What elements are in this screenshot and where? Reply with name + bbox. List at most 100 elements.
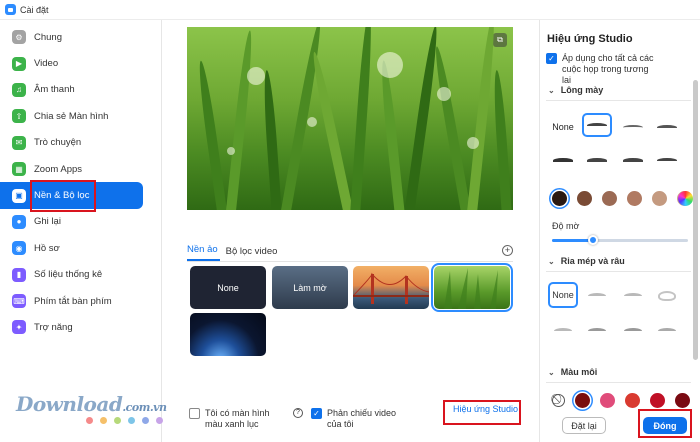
grass-blade (349, 27, 375, 210)
lip-color-section-header[interactable]: ⌄ Màu môi (548, 367, 597, 377)
sidebar-item-label: Chung (34, 31, 62, 43)
eyebrow-style-7[interactable] (652, 148, 682, 172)
eyebrow-style-4[interactable] (548, 148, 578, 172)
opacity-slider-fill (552, 239, 593, 242)
sidebar-item-stats[interactable]: ▮ Số liệu thống kê (0, 262, 161, 288)
mustache-style-1[interactable] (582, 283, 612, 309)
eyebrow-color-swatch[interactable] (652, 191, 667, 206)
sidebar-item-label: Số liệu thống kê (34, 269, 103, 281)
bokeh-light (247, 67, 265, 85)
sidebar-item-label: Âm thanh (34, 84, 75, 96)
apply-all-checkbox[interactable]: ✓ (546, 53, 557, 64)
mustache-style-7[interactable] (652, 318, 682, 344)
eyebrow-color-swatch[interactable] (577, 191, 592, 206)
opacity-label: Độ mờ (552, 221, 580, 231)
mirror-video-option[interactable]: ✓ Phản chiếu video của tôi (311, 408, 411, 430)
bokeh-light (437, 87, 451, 101)
eyebrow-color-swatch[interactable] (627, 191, 642, 206)
studio-effects-title: Hiệu ứng Studio (547, 33, 633, 45)
mustache-style-5[interactable] (582, 318, 612, 344)
mustache-style-3[interactable] (652, 283, 682, 309)
video-camera-icon: ▶ (12, 56, 26, 71)
sidebar-item-accessibility[interactable]: ✦ Trợ năng (0, 314, 161, 340)
background-golden-gate[interactable] (353, 266, 429, 309)
chevron-down-icon: ⌄ (548, 85, 555, 95)
background-icon: ▣ (12, 188, 26, 203)
headphones-icon: ♫ (12, 82, 26, 97)
green-screen-label: Tôi có màn hình màu xanh lục (205, 408, 270, 429)
sidebar-item-label: Zoom Apps (34, 163, 83, 175)
background-blur-label: Làm mờ (293, 282, 327, 293)
bokeh-light (227, 147, 235, 155)
opacity-slider-handle[interactable] (587, 235, 598, 245)
window-title: Cài đặt (20, 4, 49, 15)
help-icon[interactable]: ? (293, 408, 303, 418)
scrollbar[interactable] (693, 80, 698, 360)
eyebrows-section-header[interactable]: ⌄ Lông mày (548, 85, 603, 95)
profile-icon: ◉ (12, 241, 26, 256)
eyebrow-color-swatch[interactable] (552, 191, 567, 206)
eyebrow-style-1[interactable] (582, 113, 612, 137)
rainbow-color-picker[interactable] (678, 191, 693, 206)
lip-color-swatch[interactable] (675, 393, 690, 408)
watermark-dot (114, 417, 121, 424)
sidebar-item-headphones[interactable]: ♫ Âm thanh (0, 77, 161, 103)
opacity-slider[interactable] (552, 235, 688, 245)
sidebar-item-apps[interactable]: ▦ Zoom Apps (0, 156, 161, 182)
eyebrow-color-swatch[interactable] (602, 191, 617, 206)
watermark-text: Download (16, 392, 123, 416)
eyebrow-none[interactable]: None (548, 115, 578, 139)
sidebar-item-share-screen[interactable]: ⇧ Chia sẻ Màn hình (0, 103, 161, 129)
lip-color-swatch[interactable] (650, 393, 665, 408)
sidebar-item-label: Trợ năng (34, 321, 73, 333)
mustache-style-2[interactable] (618, 283, 648, 309)
add-background-icon[interactable]: + (502, 245, 513, 256)
mustache-section-header[interactable]: ⌄ Ria mép và râu (548, 256, 625, 266)
green-screen-checkbox[interactable] (189, 408, 200, 419)
expand-icon[interactable]: ⧉ (493, 33, 507, 47)
background-panel: ⧉ Nền ảo Bộ lọc video + None Làm mờ Tôi … (163, 20, 538, 442)
lip-color-swatch[interactable] (625, 393, 640, 408)
apply-all-option[interactable]: ✓ Áp dụng cho tất cả các cuộc họp trong … (546, 53, 674, 86)
sidebar-item-profile[interactable]: ◉ Hồ sơ (0, 235, 161, 261)
sidebar-item-record[interactable]: ● Ghi lại (0, 209, 161, 235)
zoom-app-icon (5, 4, 16, 15)
background-none[interactable]: None (190, 266, 266, 309)
green-screen-option[interactable]: Tôi có màn hình màu xanh lục ? (189, 408, 309, 430)
sidebar-item-gear[interactable]: ⚙ Chung (0, 24, 161, 50)
background-grass[interactable] (431, 263, 513, 312)
background-blur[interactable]: Làm mờ (272, 266, 348, 309)
mustache-style-4[interactable] (548, 318, 578, 344)
eyebrow-style-6[interactable] (618, 148, 648, 172)
eyebrow-style-2[interactable] (618, 115, 648, 139)
bridge-image (353, 272, 429, 304)
background-tabs: Nền ảo Bộ lọc video + (187, 244, 513, 262)
chevron-down-icon: ⌄ (548, 367, 555, 377)
grass-blade (195, 60, 229, 210)
lip-color-swatch[interactable] (600, 393, 615, 408)
mustache-none[interactable]: None (548, 282, 578, 308)
sidebar-item-video-camera[interactable]: ▶ Video (0, 50, 161, 76)
watermark-dot (86, 417, 93, 424)
sidebar-item-keyboard[interactable]: ⌨ Phím tắt bàn phím (0, 288, 161, 314)
tab-video-filters[interactable]: Bộ lọc video (226, 246, 280, 261)
record-icon: ● (12, 214, 26, 229)
sidebar-item-label: Hồ sơ (34, 242, 60, 254)
mirror-video-label: Phản chiếu video của tôi (327, 408, 397, 429)
watermark-dots (86, 417, 170, 424)
eyebrow-style-3[interactable] (652, 115, 682, 139)
reset-button[interactable]: Đặt lại (562, 417, 606, 434)
divider (546, 382, 691, 383)
gear-icon: ⚙ (12, 30, 26, 45)
lip-color-swatch[interactable] (575, 393, 590, 408)
highlight-box-studio-link (443, 400, 521, 425)
sidebar-item-label: Trò chuyện (34, 137, 82, 149)
mustache-style-6[interactable] (618, 318, 648, 344)
sidebar-item-chat[interactable]: ✉ Trò chuyện (0, 130, 161, 156)
no-lip-color-icon[interactable]: ⃠ (552, 394, 565, 407)
background-earth[interactable] (190, 313, 266, 356)
mirror-video-checkbox[interactable]: ✓ (311, 408, 322, 419)
tab-virtual-background[interactable]: Nền ảo (187, 244, 220, 261)
studio-effects-panel: Hiệu ứng Studio ✓ Áp dụng cho tất cả các… (539, 20, 700, 442)
eyebrow-style-5[interactable] (582, 148, 612, 172)
